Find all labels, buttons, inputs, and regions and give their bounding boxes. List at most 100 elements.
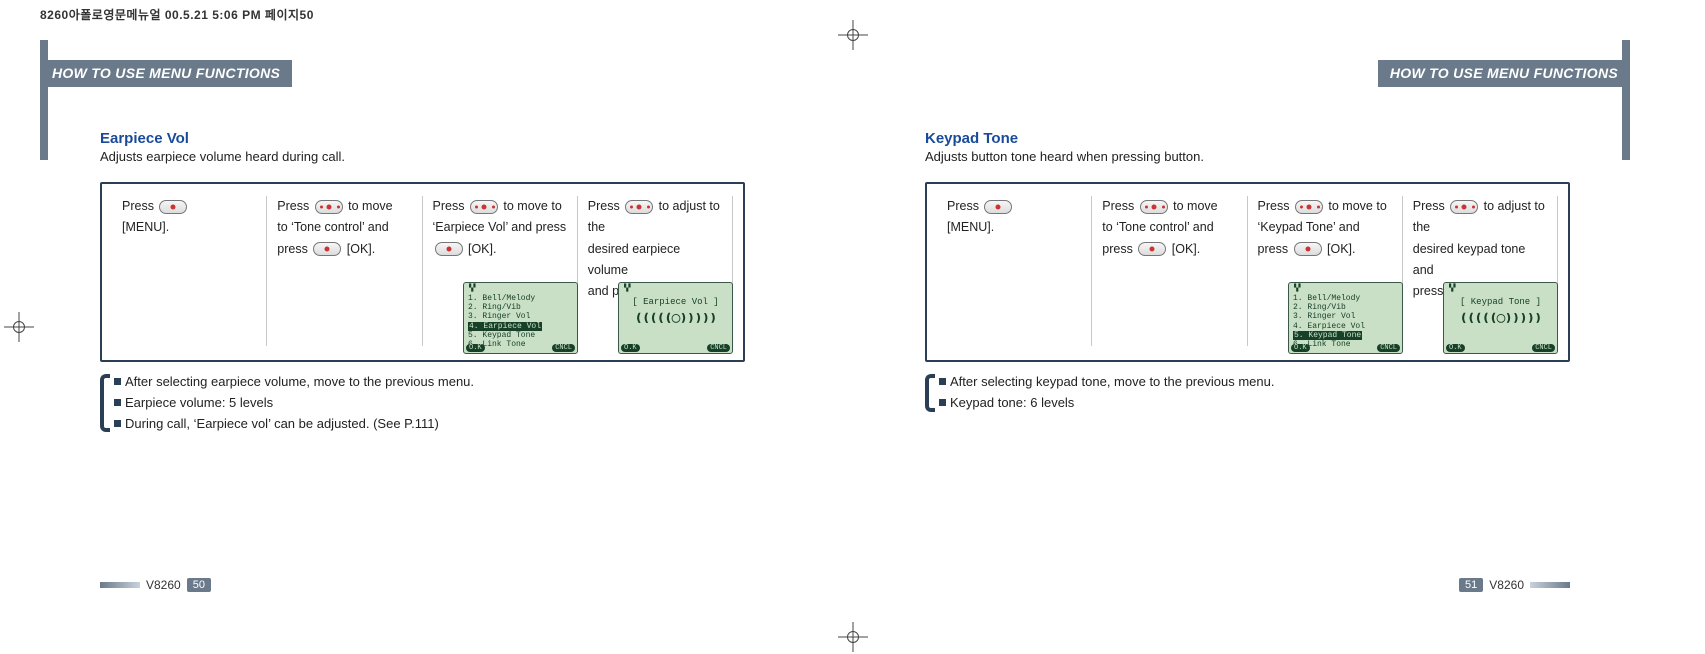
bullet-icon — [939, 399, 946, 406]
step-text: to move to — [500, 199, 562, 213]
phone-screen-menu: ▝▞ 1. Bell/Melody 2. Ring/Vib 3. Ringer … — [463, 282, 578, 354]
softkey-ok: O.K — [1291, 344, 1310, 352]
step-text: Press — [1413, 199, 1448, 213]
softkey-cancel: CNCL — [1377, 344, 1400, 352]
softkey-cancel: CNCL — [707, 344, 730, 352]
note-line: During call, ‘Earpiece vol’ can be adjus… — [114, 414, 745, 435]
step-text: to move — [345, 199, 393, 213]
ok-button-icon — [1294, 242, 1322, 256]
notes-block: After selecting earpiece volume, move to… — [100, 372, 745, 434]
model-number: V8260 — [146, 578, 181, 592]
side-index-tab — [1622, 40, 1630, 160]
bullet-icon — [114, 420, 121, 427]
notes-block: After selecting keypad tone, move to the… — [925, 372, 1570, 414]
note-text: After selecting earpiece volume, move to… — [125, 374, 474, 389]
step-text: press — [277, 242, 311, 256]
menu-item: 1. Bell/Melody — [468, 294, 573, 303]
bullet-icon — [114, 399, 121, 406]
section-header: HOW TO USE MENU FUNCTIONS — [1378, 60, 1630, 87]
registration-mark-bottom — [838, 622, 868, 652]
step-text: to ‘Tone control’ and — [277, 217, 411, 238]
note-text: During call, ‘Earpiece vol’ can be adjus… — [125, 416, 439, 431]
volume-indicator: ❪❪❪❪❪◯❫❫❫❫❫ — [623, 311, 728, 327]
step-text: press — [1102, 242, 1136, 256]
step-1: Press [MENU]. — [937, 196, 1092, 346]
step-text: to move to — [1325, 199, 1387, 213]
step-text: to ‘Tone control’ and — [1102, 217, 1236, 238]
print-job-header: 8260아폴로영문메뉴얼 00.5.21 5:06 PM 페이지50 — [40, 6, 314, 23]
screen-title: [ Earpiece Vol ] — [623, 297, 728, 307]
volume-indicator: ❪❪❪❪❪◯❫❫❫❫❫ — [1448, 311, 1553, 327]
manual-page-right: HOW TO USE MENU FUNCTIONS Keypad Tone Ad… — [905, 40, 1630, 600]
bullet-icon — [939, 378, 946, 385]
phone-screen-volume: ▝▞ [ Earpiece Vol ] ❪❪❪❪❪◯❫❫❫❫❫ O.KCNCL — [618, 282, 733, 354]
softkey-ok: O.K — [466, 344, 485, 352]
menu-item: 2. Ring/Vib — [468, 303, 573, 312]
step-text: Press — [588, 199, 623, 213]
phone-screen-volume: ▝▞ [ Keypad Tone ] ❪❪❪❪❪◯❫❫❫❫❫ O.K CNCL — [1443, 282, 1558, 354]
step-text: [MENU]. — [947, 217, 1081, 238]
note-line: After selecting keypad tone, move to the… — [939, 372, 1570, 393]
note-line: After selecting earpiece volume, move to… — [114, 372, 745, 393]
softkey-cancel: CNCL — [1532, 344, 1555, 352]
step-2: Press to move to ‘Tone control’ and pres… — [267, 196, 422, 346]
screen-title: [ Keypad Tone ] — [1448, 297, 1553, 307]
nav-button-icon — [1295, 200, 1323, 214]
step-text: Press — [433, 199, 468, 213]
menu-item: 3. Ringer Vol — [1293, 312, 1398, 321]
ok-button-icon — [435, 242, 463, 256]
step-text: [MENU]. — [122, 217, 256, 238]
registration-mark-top — [838, 20, 868, 50]
example-screens: ▝▞ 1. Bell/Melody 2. Ring/Vib 3. Ringer … — [463, 282, 733, 354]
phone-screen-menu: ▝▞ 1. Bell/Melody 2. Ring/Vib 3. Ringer … — [1288, 282, 1403, 354]
step-text: desired keypad tone and — [1413, 239, 1547, 282]
menu-item: 2. Ring/Vib — [1293, 303, 1398, 312]
note-line: Keypad tone: 6 levels — [939, 393, 1570, 414]
nav-button-icon — [315, 200, 343, 214]
bullet-icon — [114, 378, 121, 385]
registration-mark-left — [4, 312, 34, 342]
step-1: Press [MENU]. — [112, 196, 267, 346]
step-text: Press — [1258, 199, 1293, 213]
step-text: Press — [122, 199, 157, 213]
topic-subtitle: Adjusts button tone heard when pressing … — [925, 149, 1570, 164]
note-text: Keypad tone: 6 levels — [950, 395, 1074, 410]
step-text: [OK]. — [343, 242, 375, 256]
topic-title: Earpiece Vol — [100, 130, 745, 147]
menu-item-selected: 4. Earpiece Vol — [468, 322, 542, 331]
softkey-ok: O.K — [1446, 344, 1465, 352]
menu-item-selected: 5. Keypad Tone — [1293, 331, 1362, 340]
step-text: Press — [1102, 199, 1137, 213]
step-text: [OK]. — [1168, 242, 1200, 256]
step-text: Press — [277, 199, 312, 213]
page-number: 50 — [187, 578, 211, 592]
topic-title: Keypad Tone — [925, 130, 1570, 147]
menu-item: 3. Ringer Vol — [468, 312, 573, 321]
menu-button-icon — [984, 200, 1012, 214]
signal-icon: ▝▞ — [467, 285, 475, 293]
step-text: ‘Keypad Tone’ and — [1258, 217, 1392, 238]
signal-icon: ▝▞ — [622, 285, 630, 293]
signal-icon: ▝▞ — [1447, 285, 1455, 293]
steps-box: Press [MENU]. Press to move to ‘Tone con… — [925, 182, 1570, 362]
nav-button-icon — [625, 200, 653, 214]
steps-box: Press [MENU]. Press to move to ‘Tone con… — [100, 182, 745, 362]
step-text: press — [1258, 242, 1292, 256]
softkey-cancel: CNCL — [552, 344, 575, 352]
page-footer: V8260 50 — [100, 578, 211, 592]
signal-icon: ▝▞ — [1292, 285, 1300, 293]
step-2: Press to move to ‘Tone control’ and pres… — [1092, 196, 1247, 346]
nav-button-icon — [1140, 200, 1168, 214]
section-header: HOW TO USE MENU FUNCTIONS — [40, 60, 292, 87]
menu-item: 1. Bell/Melody — [1293, 294, 1398, 303]
ok-button-icon — [1138, 242, 1166, 256]
menu-item: 4. Earpiece Vol — [1293, 322, 1398, 331]
note-line: Earpiece volume: 5 levels — [114, 393, 745, 414]
footer-bar-icon — [100, 582, 140, 588]
step-text: ‘Earpiece Vol’ and press — [433, 217, 567, 238]
step-text: to move — [1170, 199, 1218, 213]
step-text: [OK]. — [1324, 242, 1356, 256]
nav-button-icon — [1450, 200, 1478, 214]
manual-page-left: HOW TO USE MENU FUNCTIONS Earpiece Vol A… — [40, 40, 765, 600]
example-screens: ▝▞ 1. Bell/Melody 2. Ring/Vib 3. Ringer … — [1288, 282, 1558, 354]
